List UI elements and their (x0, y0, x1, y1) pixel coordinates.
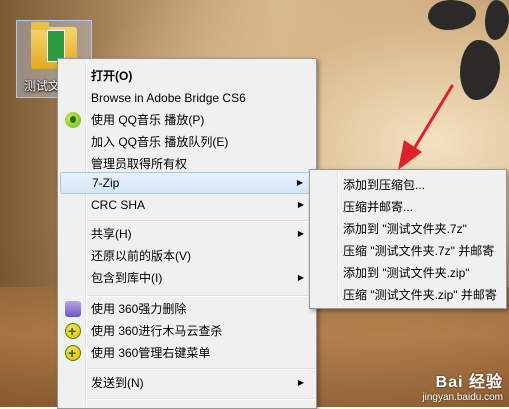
annotation-arrow-icon (398, 84, 454, 170)
watermark: Bai 经验 jingyan.baidu.com (422, 368, 503, 403)
watermark-url: jingyan.baidu.com (422, 392, 503, 403)
watermark-logo: Bai 经验 (435, 374, 503, 391)
